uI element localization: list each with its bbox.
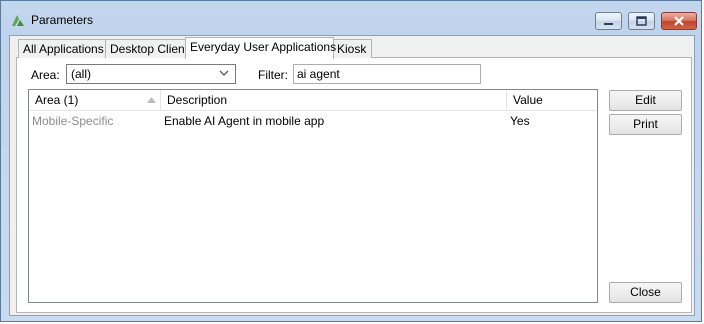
area-dropdown[interactable]: (all): [66, 64, 236, 84]
minimize-button[interactable]: [595, 12, 622, 30]
close-button[interactable]: Close: [609, 282, 682, 303]
column-header-description[interactable]: Description: [161, 90, 507, 110]
window-title: Parameters: [31, 13, 94, 27]
edit-button[interactable]: Edit: [609, 90, 682, 111]
area-label: Area:: [31, 68, 60, 82]
maximize-button[interactable]: [628, 12, 655, 30]
tab-kiosk[interactable]: Kiosk: [332, 39, 372, 58]
app-logo-icon: [10, 12, 26, 28]
maximize-icon: [636, 16, 647, 26]
parameters-grid[interactable]: Area (1) Description Value Mobile-Specif…: [28, 89, 598, 303]
filter-input[interactable]: [293, 64, 481, 84]
print-button[interactable]: Print: [609, 114, 682, 135]
column-header-value[interactable]: Value: [507, 90, 597, 110]
row-description-cell: Enable AI Agent in mobile app: [164, 114, 325, 128]
tab-all-applications[interactable]: All Applications: [18, 39, 106, 58]
close-icon: [674, 16, 684, 26]
filter-label: Filter:: [258, 68, 288, 82]
title-bar[interactable]: Parameters: [1, 1, 701, 35]
sort-ascending-icon: [147, 97, 156, 103]
tab-desktop-client[interactable]: Desktop Client: [105, 39, 188, 58]
close-window-button[interactable]: [661, 12, 697, 30]
row-value-cell: Yes: [510, 114, 530, 128]
chevron-down-icon: [219, 70, 229, 76]
row-area-cell: Mobile-Specific: [32, 114, 114, 128]
table-row[interactable]: Mobile-Specific Enable AI Agent in mobil…: [29, 111, 597, 131]
tab-everyday-user-applications[interactable]: Everyday User Applications: [185, 37, 336, 59]
minimize-icon: [604, 23, 613, 25]
area-dropdown-value: (all): [71, 67, 91, 81]
column-header-area[interactable]: Area (1): [29, 90, 161, 110]
column-header-area-label: Area (1): [35, 93, 79, 107]
grid-header: Area (1) Description Value: [29, 90, 597, 111]
